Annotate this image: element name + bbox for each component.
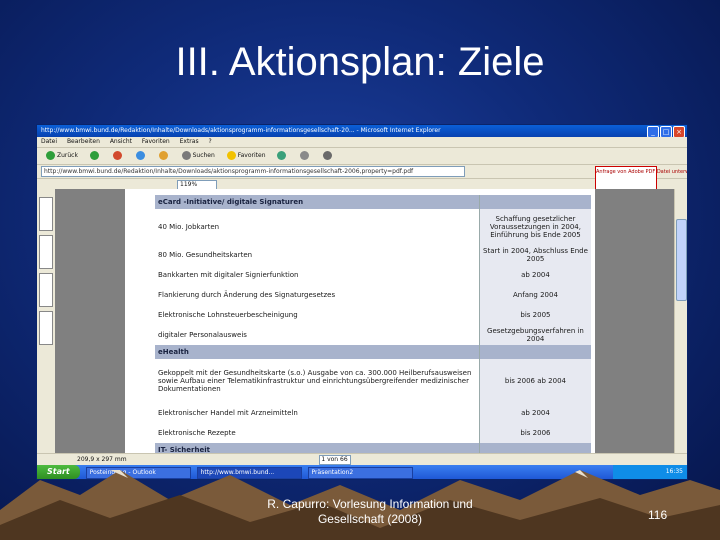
table-section-header: eHealth [155,345,591,359]
refresh-button[interactable] [133,150,150,162]
print-button[interactable] [320,150,337,162]
table-row: 40 Mio. Jobkarten Schaffung gesetzlicher … [155,209,591,245]
timeline-cell: ab 2004 [478,403,591,423]
menu-help[interactable]: ? [209,138,212,145]
timeline-cell: Schaffung gesetzlicher Voraussetzungen i… [478,209,591,245]
goal-cell: digitaler Personalausweis [155,325,480,345]
pdf-side-tabs [37,189,55,453]
search-button[interactable]: Suchen [179,150,218,162]
forward-button[interactable] [87,150,104,162]
menu-bearbeiten[interactable]: Bearbeiten [67,138,100,145]
goal-cell: Bankkarten mit digitaler Signierfunktion [155,265,480,285]
browser-titlebar: http://www.bmwi.bund.de/Redaktion/Inhalt… [37,125,687,137]
goal-cell: Elektronischer Handel mit Arzneimitteln [155,403,480,423]
table-row: Flankierung durch Änderung des Signaturg… [155,285,591,305]
timeline-cell: Start in 2004, Abschluss Ende 2005 [478,245,591,265]
timeline-cell: bis 2006 ab 2004 [478,359,591,403]
timeline-cell: Anfang 2004 [478,285,591,305]
back-arrow-icon [46,151,55,160]
browser-title: http://www.bmwi.bund.de/Redaktion/Inhalt… [41,127,441,134]
timeline-cell [478,195,591,209]
menu-bar: Datei Bearbeiten Ansicht Favoriten Extra… [37,137,687,148]
browser-screenshot: http://www.bmwi.bund.de/Redaktion/Inhalt… [36,124,688,480]
browser-toolbar: Zurück Suchen Favoriten [37,148,687,165]
side-tab-layers[interactable] [39,311,53,345]
timeline-cell: ab 2004 [478,265,591,285]
timeline-cell: bis 2005 [478,305,591,325]
scroll-thumb[interactable] [676,219,687,301]
refresh-icon [135,151,145,160]
table-row: digitaler Personalausweis Gesetzgebungsve… [155,325,591,345]
goal-cell: Elektronische Lohnsteuerbescheinigung [155,305,480,325]
mail-icon [300,151,310,160]
printer-icon [323,151,333,160]
home-button[interactable] [156,150,173,162]
history-button[interactable] [274,150,291,162]
search-label: Suchen [192,152,215,159]
goal-cell: eHealth [155,345,480,359]
side-tab-bookmarks[interactable] [39,197,53,231]
search-icon [181,151,191,160]
menu-ansicht[interactable]: Ansicht [110,138,132,145]
history-icon [277,151,287,160]
side-tab-signatures[interactable] [39,273,53,307]
table-row: Bankkarten mit digitaler Signierfunktion… [155,265,591,285]
table-row: Elektronische Lohnsteuerbescheinigung bis… [155,305,591,325]
stop-button[interactable] [110,150,127,162]
slide-footer: R. Capurro: Vorlesung Information und Ge… [267,497,473,526]
timeline-cell [478,345,591,359]
table-row: Gekoppelt mit der Gesundheitskarte (s.o.… [155,359,591,403]
table-row: 80 Mio. Gesundheitskarten Start in 2004, … [155,245,591,265]
address-bar: http://www.bmwi.bund.de/Redaktion/Inhalt… [37,165,687,190]
home-icon [158,151,168,160]
goal-cell: Flankierung durch Änderung des Signaturg… [155,285,480,305]
zoom-field[interactable]: 119% [177,179,217,190]
document-viewport: eCard -Initiative/ digitale Signaturen 40… [37,189,687,453]
timeline-cell: Gesetzgebungsverfahren in 2004 [478,325,591,345]
mail-button[interactable] [297,150,314,162]
menu-datei[interactable]: Datei [41,138,57,145]
back-label: Zurück [57,152,78,159]
goal-cell: 40 Mio. Jobkarten [155,209,480,245]
table-section-header: eCard -Initiative/ digitale Signaturen [155,195,591,209]
vertical-scrollbar[interactable] [674,189,687,453]
goal-cell: eCard -Initiative/ digitale Signaturen [155,195,480,209]
favorites-button[interactable]: Favoriten [224,150,269,162]
maximize-icon[interactable]: □ [660,126,672,137]
back-button[interactable]: Zurück [43,150,81,162]
pdf-page: eCard -Initiative/ digitale Signaturen 40… [125,189,595,453]
menu-favoriten[interactable]: Favoriten [142,138,170,145]
close-icon[interactable]: × [673,126,685,137]
slide-page-number: 116 [648,508,668,522]
slide-title: III. Aktionsplan: Ziele [175,40,545,84]
side-tab-pages[interactable] [39,235,53,269]
menu-extras[interactable]: Extras [180,138,199,145]
goal-cell: Gekoppelt mit der Gesundheitskarte (s.o.… [155,359,480,403]
forward-arrow-icon [89,151,99,160]
stop-icon [112,151,122,160]
address-input[interactable]: http://www.bmwi.bund.de/Redaktion/Inhalt… [41,166,465,177]
table-row: Elektronischer Handel mit Arzneimitteln a… [155,403,591,423]
favorites-label: Favoriten [237,152,266,159]
minimize-icon[interactable]: _ [647,126,659,137]
star-icon [226,151,236,160]
goal-cell: 80 Mio. Gesundheitskarten [155,245,480,265]
goals-table: eCard -Initiative/ digitale Signaturen 40… [155,195,591,453]
